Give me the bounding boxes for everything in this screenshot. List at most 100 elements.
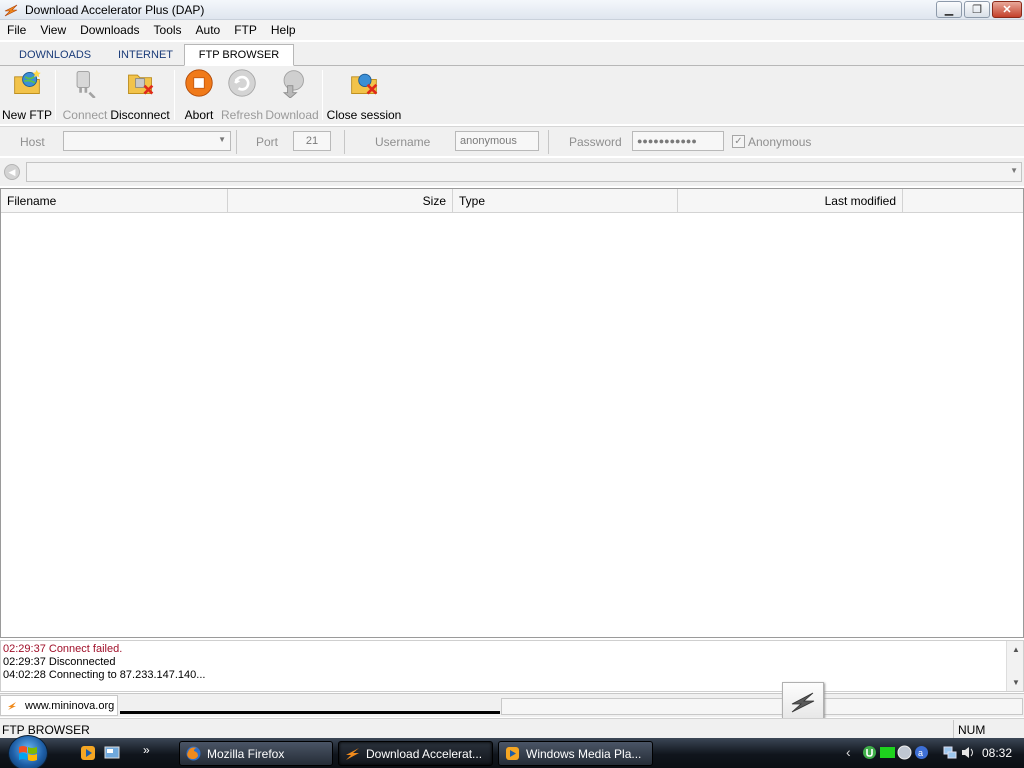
- new-ftp-icon: [14, 69, 41, 95]
- disconnect-label: Disconnect: [110, 108, 170, 122]
- abort-icon: [185, 69, 213, 97]
- site-tab-label: www.mininova.org: [25, 699, 115, 712]
- close-session-icon: [351, 73, 378, 95]
- firefox-icon: [186, 746, 201, 761]
- taskbar-item-label: Windows Media Pla...: [526, 746, 642, 761]
- username-label: Username: [375, 135, 431, 149]
- host-combobox[interactable]: ▼: [63, 131, 231, 151]
- path-bar: ◀ ▼: [0, 158, 1024, 186]
- menu-downloads[interactable]: Downloads: [73, 23, 146, 37]
- status-bar: FTP BROWSER NUM: [0, 718, 1024, 738]
- toolbar-separator: [174, 70, 175, 120]
- column-type[interactable]: Type: [453, 189, 678, 213]
- bottom-tab-strip: www.mininova.org: [0, 693, 1024, 717]
- log-line: 02:29:37 Disconnected: [3, 656, 116, 668]
- password-label: Password: [569, 135, 622, 149]
- taskbar-item-media-player[interactable]: Windows Media Pla...: [498, 741, 653, 766]
- connect-label: Connect: [62, 108, 108, 122]
- new-ftp-label: New FTP: [2, 108, 53, 122]
- title-bar: Download Accelerator Plus (DAP) ▁ ❐ ✕: [0, 0, 1024, 20]
- taskbar-item-dap[interactable]: Download Accelerat...: [338, 741, 493, 766]
- new-ftp-button[interactable]: New FTP: [2, 68, 53, 122]
- restore-button[interactable]: ❐: [964, 1, 990, 18]
- toolbar-separator: [55, 70, 56, 120]
- refresh-icon: [228, 69, 256, 97]
- menu-view[interactable]: View: [33, 23, 73, 37]
- path-combobox[interactable]: ▼: [26, 162, 1022, 182]
- taskbar: » Mozilla Firefox Download Accelerat... …: [0, 735, 1024, 768]
- disconnect-button[interactable]: Disconnect: [110, 68, 170, 122]
- num-lock-indicator: NUM: [953, 720, 1023, 738]
- port-field[interactable]: 21: [293, 131, 331, 151]
- dap-icon: [346, 748, 359, 760]
- toolbar-separator: [322, 70, 323, 120]
- antivirus-icon[interactable]: a: [914, 745, 929, 760]
- network-meter-icon[interactable]: [880, 745, 895, 760]
- field-separator: [548, 130, 549, 154]
- column-filename[interactable]: Filename: [1, 189, 228, 213]
- tab-downloads[interactable]: DOWNLOADS: [8, 44, 102, 66]
- close-session-label: Close session: [326, 108, 402, 122]
- abort-button[interactable]: Abort: [180, 68, 218, 122]
- connection-bar: Host ▼ Port 21 Username anonymous Passwo…: [0, 126, 1024, 156]
- utorrent-icon[interactable]: [862, 745, 877, 760]
- menu-tools[interactable]: Tools: [147, 23, 189, 37]
- quicklaunch-more-icon[interactable]: »: [143, 743, 150, 757]
- refresh-label: Refresh: [220, 108, 264, 122]
- menu-bar: File View Downloads Tools Auto FTP Help: [0, 20, 1024, 40]
- media-player-quicklaunch-icon[interactable]: [80, 745, 96, 761]
- log-scrollbar[interactable]: ▲ ▼: [1006, 641, 1023, 691]
- scroll-down-icon[interactable]: ▼: [1012, 678, 1020, 687]
- column-last-modified[interactable]: Last modified: [678, 189, 903, 213]
- download-icon: [282, 70, 304, 98]
- chevron-left-icon[interactable]: ‹: [846, 744, 851, 760]
- download-label: Download: [265, 108, 319, 122]
- minimize-button[interactable]: ▁: [936, 1, 962, 18]
- tab-ftp-browser[interactable]: FTP BROWSER: [184, 44, 294, 66]
- toolbar: New FTP Connect Disconnect Abort Refresh: [0, 66, 1024, 124]
- window-title: Download Accelerator Plus (DAP): [25, 2, 205, 17]
- chevron-down-icon: ▼: [1010, 166, 1018, 175]
- status-text: FTP BROWSER: [2, 723, 90, 737]
- info-box: [501, 698, 1023, 715]
- field-separator: [236, 130, 237, 154]
- sync-icon[interactable]: [897, 745, 912, 760]
- tab-internet[interactable]: INTERNET: [107, 44, 184, 66]
- file-list[interactable]: Filename Size Type Last modified: [0, 188, 1024, 638]
- media-player-icon: [506, 747, 519, 760]
- volume-icon[interactable]: [960, 745, 975, 760]
- anonymous-label: Anonymous: [748, 135, 812, 149]
- system-tray: ‹ a 08:32: [844, 738, 1024, 768]
- port-label: Port: [256, 135, 279, 149]
- file-list-header: Filename Size Type Last modified: [1, 189, 1023, 213]
- progress-line: [120, 711, 500, 714]
- username-field[interactable]: anonymous: [455, 131, 539, 151]
- site-tab[interactable]: www.mininova.org: [0, 695, 118, 716]
- close-session-button[interactable]: Close session: [327, 68, 401, 122]
- dap-icon: [8, 701, 16, 710]
- close-button[interactable]: ✕: [992, 1, 1022, 18]
- log-line: 02:29:37 Connect failed.: [3, 643, 123, 655]
- back-button[interactable]: ◀: [4, 164, 20, 180]
- password-field[interactable]: ●●●●●●●●●●●: [632, 131, 724, 151]
- taskbar-clock: 08:32: [981, 746, 1012, 760]
- anonymous-checkbox[interactable]: ✓: [732, 135, 745, 148]
- start-button[interactable]: [8, 735, 48, 768]
- abort-label: Abort: [184, 108, 214, 122]
- host-label: Host: [20, 135, 45, 149]
- scroll-up-icon[interactable]: ▲: [1012, 645, 1020, 654]
- download-button[interactable]: Download: [265, 68, 319, 122]
- column-size[interactable]: Size: [228, 189, 453, 213]
- dap-floating-button[interactable]: [782, 682, 824, 722]
- taskbar-item-firefox[interactable]: Mozilla Firefox: [179, 741, 333, 766]
- menu-ftp[interactable]: FTP: [227, 23, 264, 37]
- show-desktop-icon[interactable]: [104, 745, 120, 761]
- taskbar-item-label: Download Accelerat...: [366, 746, 483, 761]
- network-icon[interactable]: [942, 745, 957, 760]
- menu-file[interactable]: File: [0, 23, 33, 37]
- menu-auto[interactable]: Auto: [189, 23, 228, 37]
- refresh-button[interactable]: Refresh: [221, 68, 263, 122]
- menu-help[interactable]: Help: [264, 23, 303, 37]
- connect-button[interactable]: Connect: [62, 68, 108, 122]
- taskbar-item-label: Mozilla Firefox: [207, 746, 285, 761]
